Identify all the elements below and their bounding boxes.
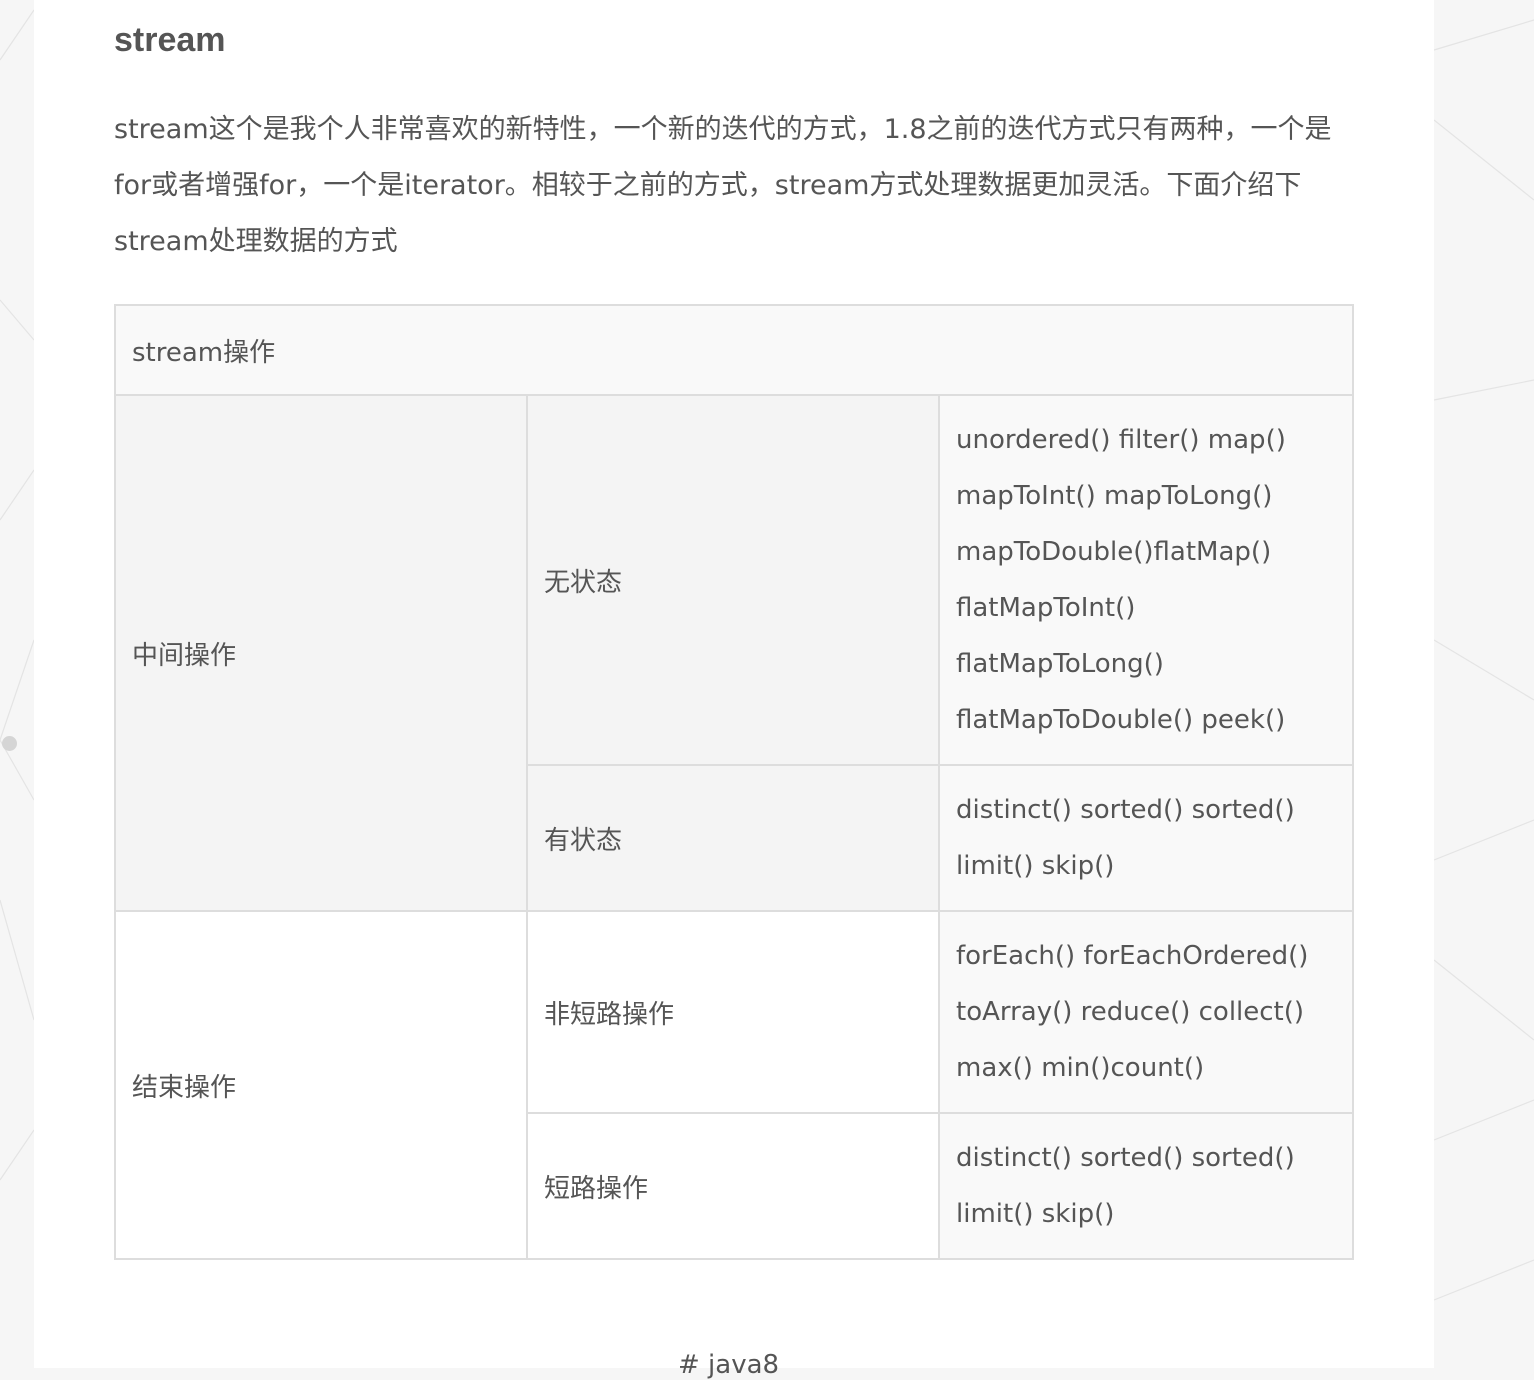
method-line: max() min()count() [956,1053,1205,1083]
section-heading: stream [114,21,226,59]
method-line: flatMapToDouble() peek() [956,705,1286,735]
table-row: 中间操作 无状态 unordered() filter() map() mapT… [114,394,1354,912]
methods-cell-stateful: distinct() sorted() sorted() limit() ski… [938,764,1354,912]
methods-cell-stateless: unordered() filter() map() mapToInt() ma… [938,394,1354,766]
method-line: flatMapToLong() [956,649,1164,679]
article-page: stream stream这个是我个人非常喜欢的新特性，一个新的迭代的方式，1.… [34,0,1434,1380]
group-label-terminal: 结束操作 [114,910,528,1260]
method-line: flatMapToInt() [956,593,1136,623]
row-label-stateless: 无状态 [526,394,940,766]
table-row: 结束操作 非短路操作 forEach() forEachOrdered() to… [114,910,1354,1260]
side-dot [2,736,17,751]
stream-operations-table: stream操作 中间操作 无状态 unordered() filter() m… [114,304,1354,1260]
group-label-intermediate: 中间操作 [114,394,528,912]
tag-link-java8[interactable]: # java8 [678,1350,779,1380]
intro-paragraph: stream这个是我个人非常喜欢的新特性，一个新的迭代的方式，1.8之前的迭代方… [114,114,1332,257]
article-content: stream stream这个是我个人非常喜欢的新特性，一个新的迭代的方式，1.… [114,0,1354,1260]
table-header-row: stream操作 [114,304,1354,396]
table-header-cell: stream操作 [114,304,1354,396]
methods-cell-short-circuit: distinct() sorted() sorted() limit() ski… [938,1112,1354,1260]
method-line: unordered() filter() map() [956,425,1286,455]
row-label-short-circuit: 短路操作 [526,1112,940,1260]
method-line: limit() skip() [956,851,1115,881]
method-line: distinct() sorted() sorted() [956,1143,1295,1173]
method-line: distinct() sorted() sorted() [956,795,1295,825]
method-line: toArray() reduce() collect() [956,997,1305,1027]
method-line: mapToInt() mapToLong() [956,481,1273,511]
method-line: mapToDouble()flatMap() [956,537,1272,567]
method-line: forEach() forEachOrdered() [956,941,1309,971]
row-label-stateful: 有状态 [526,764,940,912]
methods-cell-non-short-circuit: forEach() forEachOrdered() toArray() red… [938,910,1354,1114]
method-line: limit() skip() [956,1199,1115,1229]
row-label-non-short-circuit: 非短路操作 [526,910,940,1114]
